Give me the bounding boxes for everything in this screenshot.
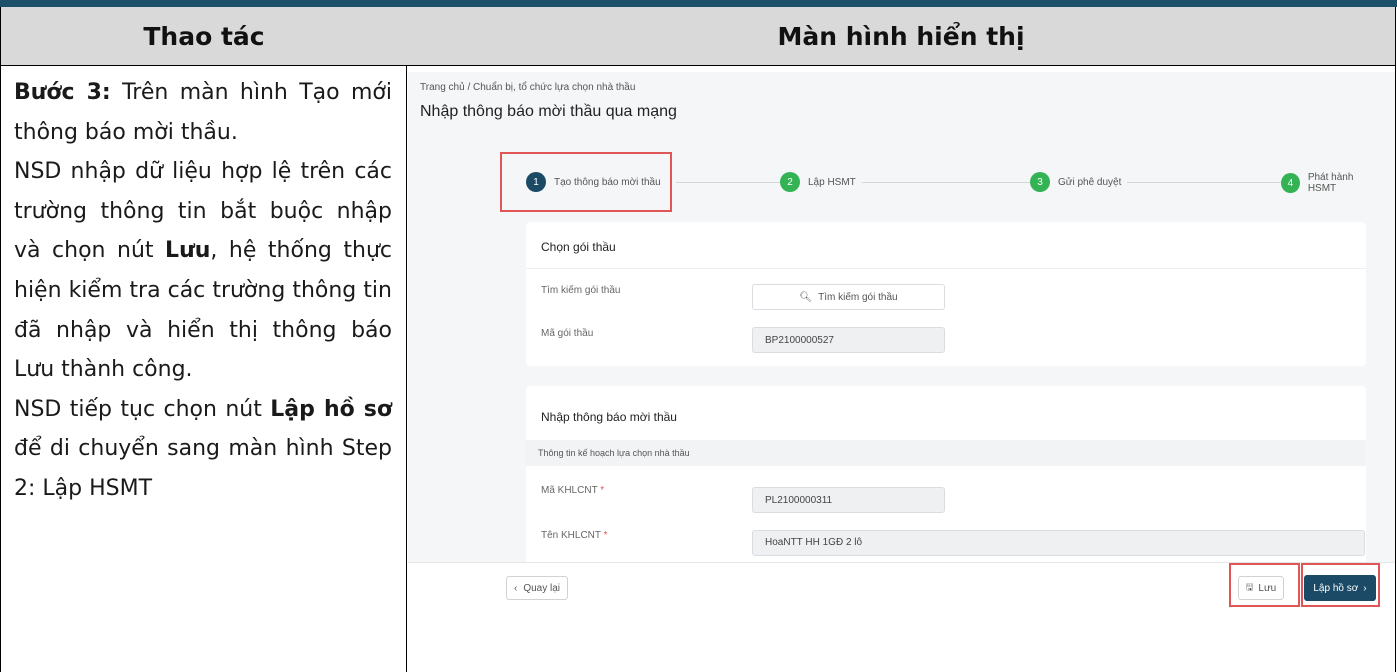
step-2-number: 2: [780, 172, 800, 192]
step-2-label: Lập HSMT: [808, 176, 856, 188]
required-mark: *: [603, 530, 608, 541]
plan-name-label-text: Tên KHLCNT: [541, 530, 601, 541]
table-border-middle: [406, 65, 407, 672]
step-label: Bước 3:: [14, 80, 111, 105]
instruction-line-4: NSD tiếp tục chọn nút: [14, 396, 271, 422]
instruction-table: Thao tác Màn hình hiển thị Bước 3: Trên …: [0, 7, 1397, 672]
select-package-card: Chọn gói thầu Tìm kiếm gói thầu 🔍︎ Tìm k…: [526, 222, 1366, 366]
search-package-label: Tìm kiếm gói thầu: [541, 285, 621, 296]
back-button[interactable]: ‹ Quay lại: [506, 576, 568, 600]
highlight-create-button: [1301, 563, 1380, 607]
step-3-label: Gửi phê duyệt: [1058, 176, 1122, 188]
breadcrumb-separator: /: [467, 82, 471, 93]
breadcrumb: Trang chủ / Chuẩn bị, tổ chức lựa chọn n…: [420, 82, 635, 93]
table-border-left: [0, 65, 1, 672]
save-keyword: Lưu: [165, 238, 211, 264]
breadcrumb-home[interactable]: Trang chủ: [420, 82, 465, 93]
top-accent-bar: [0, 0, 1397, 7]
card-divider: [526, 268, 1366, 269]
notice-title: Nhập thông báo mời thầu: [541, 410, 677, 424]
step-3[interactable]: 3 Gửi phê duyệt: [1030, 172, 1128, 192]
plan-code-label-text: Mã KHLCNT: [541, 485, 598, 496]
footer-bar: ‹ Quay lại 🖫︎ Lưu Lập hồ sơ ›: [408, 562, 1395, 612]
package-code-label: Mã gói thầu: [541, 328, 594, 339]
select-package-title: Chọn gói thầu: [541, 240, 616, 254]
step-4[interactable]: 4 Phát hành HSMT: [1281, 172, 1386, 194]
search-package-button-label: Tìm kiếm gói thầu: [818, 291, 898, 303]
page-title: Nhập thông báo mời thầu qua mạng: [420, 103, 677, 120]
instruction-line-5: để di chuyển sang màn hình Step 2: Lập H…: [14, 436, 392, 501]
step-4-number: 4: [1281, 173, 1300, 193]
step-2[interactable]: 2 Lập HSMT: [780, 172, 862, 192]
highlight-step-1: [500, 152, 672, 212]
step-3-number: 3: [1030, 172, 1050, 192]
search-icon: 🔍︎: [799, 291, 813, 303]
create-keyword: Lập hồ sơ: [270, 396, 393, 422]
plan-code-field[interactable]: PL2100000311: [752, 487, 945, 513]
package-code-field[interactable]: BP2100000527: [752, 327, 945, 353]
instruction-text: Bước 3: Trên màn hình Tạo mới thông báo …: [14, 73, 392, 509]
column-header-actions: Thao tác: [0, 7, 408, 66]
screen-capture: Trang chủ / Chuẩn bị, tổ chức lựa chọn n…: [408, 72, 1395, 612]
column-header-screen: Màn hình hiển thị: [407, 7, 1396, 66]
plan-name-label: Tên KHLCNT *: [541, 530, 608, 541]
back-button-label: Quay lại: [523, 582, 561, 594]
chevron-left-icon: ‹: [513, 582, 518, 594]
breadcrumb-current[interactable]: Chuẩn bị, tổ chức lựa chọn nhà thầu: [473, 82, 635, 93]
notice-card: Nhập thông báo mời thầu Thông tin kế hoạ…: [526, 386, 1366, 566]
step-4-label: Phát hành HSMT: [1307, 172, 1354, 194]
table-border-right: [1395, 65, 1396, 672]
highlight-save-button: [1229, 563, 1300, 607]
plan-info-subhead: Thông tin kế hoạch lựa chọn nhà thầu: [526, 440, 1366, 466]
plan-name-field[interactable]: HoaNTT HH 1GĐ 2 lô: [752, 530, 1365, 556]
required-mark: *: [600, 485, 605, 496]
search-package-button[interactable]: 🔍︎ Tìm kiếm gói thầu: [752, 284, 945, 310]
plan-code-label: Mã KHLCNT *: [541, 485, 604, 496]
